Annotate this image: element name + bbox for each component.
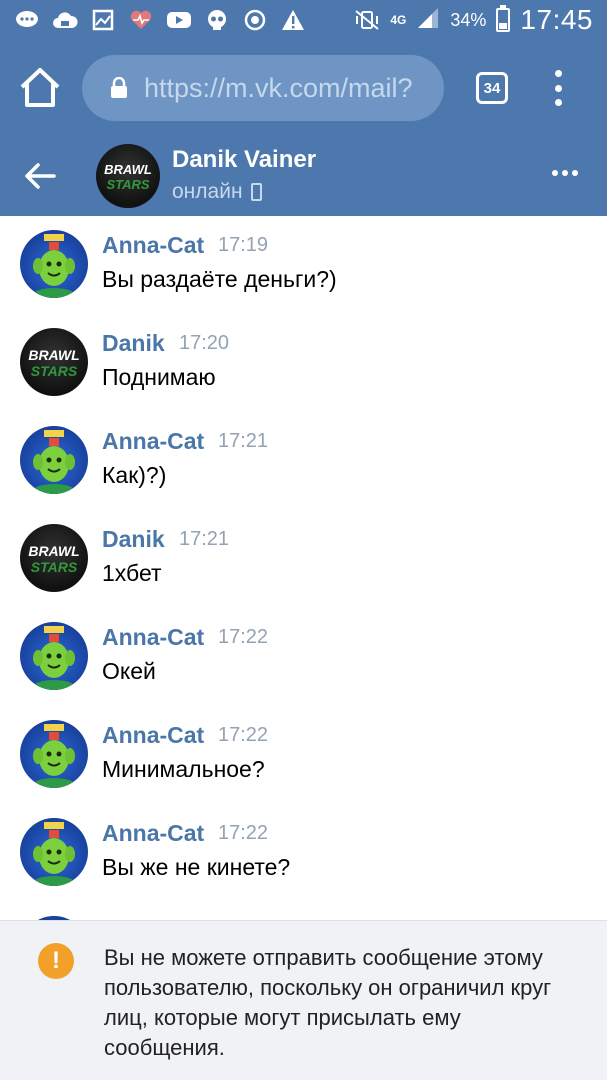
exclamation-icon: ! bbox=[38, 943, 74, 979]
mobile-phone-icon bbox=[250, 183, 262, 201]
youtube-icon bbox=[166, 8, 192, 32]
message-item[interactable]: BRAWL STARS Danik 17:21 1хбет bbox=[0, 510, 607, 608]
clock: 17:45 bbox=[520, 4, 593, 35]
message-item[interactable]: Anna-Cat 17:19 Вы раздаёте деньги?) bbox=[0, 216, 607, 314]
message-time: 17:21 bbox=[218, 430, 269, 452]
brawl-stars-logo: BRAWL STARS bbox=[104, 162, 152, 192]
sender-name[interactable]: Danik bbox=[102, 526, 165, 553]
url-text: https://m.vk.com/mail? bbox=[144, 73, 413, 103]
home-icon bbox=[20, 68, 60, 107]
message-item[interactable]: Anna-Cat 17:21 Как)?) bbox=[0, 412, 607, 510]
svg-text:STARS: STARS bbox=[31, 559, 78, 575]
back-button[interactable] bbox=[22, 160, 58, 192]
message-text: Вы раздаёте деньги?) bbox=[102, 266, 337, 292]
network-type: 4G bbox=[390, 12, 407, 27]
message-item[interactable]: Anna-Cat 17:22 Минимальное? bbox=[0, 706, 607, 804]
warning-icon bbox=[280, 8, 306, 32]
cactus-character-icon bbox=[33, 430, 75, 494]
sender-name[interactable]: Anna-Cat bbox=[102, 232, 204, 259]
message-text: Минимальное? bbox=[102, 756, 265, 782]
notification-icons bbox=[14, 8, 306, 32]
sender-avatar[interactable] bbox=[20, 426, 88, 494]
brawl-stars-logo: BRAWLSTARS bbox=[28, 543, 79, 575]
notice-text: Вы не можете отправить сообщение этому п… bbox=[104, 945, 552, 1060]
message-time: 17:21 bbox=[179, 528, 230, 550]
contact-avatar[interactable]: BRAWL STARS bbox=[96, 144, 160, 208]
message-item[interactable]: Anna-Cat 17:22 Окей bbox=[0, 608, 607, 706]
home-button[interactable] bbox=[18, 65, 62, 111]
contact-name[interactable]: Danik Vainer bbox=[172, 146, 316, 174]
message-item[interactable]: BRAWL STARS Danik 17:20 Поднимаю bbox=[0, 314, 607, 412]
more-dot bbox=[572, 170, 578, 176]
chat-icon bbox=[14, 8, 40, 32]
url-bar[interactable]: https://m.vk.com/mail? bbox=[82, 55, 444, 121]
cactus-character-icon bbox=[33, 724, 75, 788]
message-text: Вы же не кинете? bbox=[102, 854, 291, 880]
cloud-icon bbox=[52, 8, 78, 32]
kebab-dot bbox=[554, 99, 562, 106]
sender-name[interactable]: Danik bbox=[102, 330, 165, 357]
brawl-stars-logo: BRAWLSTARS bbox=[28, 347, 79, 379]
browser-toolbar: https://m.vk.com/mail? 34 bbox=[0, 40, 607, 136]
vk-mobile-chat-screen: 4G 34% 17:45 https://m.vk.com/mail? 34 B… bbox=[0, 0, 607, 1080]
tabs-button[interactable]: 34 bbox=[476, 72, 508, 104]
message-item[interactable]: Anna-Cat 17:22 Вы же не кинете? bbox=[0, 804, 607, 902]
message-time: 17:19 bbox=[218, 234, 269, 256]
svg-text:BRAWL: BRAWL bbox=[28, 543, 79, 559]
svg-text:BRAWL: BRAWL bbox=[28, 347, 79, 363]
message-list[interactable]: Anna-Cat 17:19 Вы раздаёте деньги?) BRAWL ST… bbox=[0, 216, 607, 920]
battery-percent: 34% bbox=[450, 9, 487, 30]
sender-name[interactable]: Anna-Cat bbox=[102, 820, 204, 847]
sender-avatar[interactable]: BRAWL STARS bbox=[20, 328, 88, 396]
kebab-dot bbox=[554, 70, 562, 77]
image-icon bbox=[90, 8, 116, 32]
system-status-bar: 4G 34% 17:45 bbox=[0, 0, 607, 40]
cactus-character-icon bbox=[33, 822, 75, 886]
sender-avatar[interactable] bbox=[20, 818, 88, 886]
skull-icon bbox=[204, 8, 230, 32]
message-time: 17:22 bbox=[218, 626, 269, 648]
message-time: 17:20 bbox=[179, 332, 230, 354]
message-time: 17:22 bbox=[218, 822, 269, 844]
svg-text:STARS: STARS bbox=[31, 363, 78, 379]
back-arrow-icon bbox=[25, 163, 56, 189]
more-dot bbox=[562, 170, 568, 176]
message-text: Как)?) bbox=[102, 462, 167, 488]
sender-name[interactable]: Anna-Cat bbox=[102, 722, 204, 749]
svg-text:BRAWL: BRAWL bbox=[104, 162, 152, 177]
status-right-group: 4G 34% 17:45 bbox=[354, 0, 593, 40]
lock-icon bbox=[110, 76, 128, 99]
svg-text:STARS: STARS bbox=[106, 177, 149, 192]
sender-avatar[interactable]: BRAWL STARS bbox=[20, 524, 88, 592]
message-text: Поднимаю bbox=[102, 364, 216, 390]
kebab-dot bbox=[554, 84, 562, 92]
cactus-character-icon bbox=[33, 626, 75, 690]
signal-icon bbox=[416, 6, 440, 35]
sender-avatar[interactable] bbox=[20, 622, 88, 690]
sync-icon bbox=[242, 8, 268, 32]
sender-avatar[interactable] bbox=[20, 230, 88, 298]
vibrate-mute-icon bbox=[354, 8, 380, 32]
chat-header: BRAWL STARS Danik Vainer онлайн bbox=[0, 136, 607, 216]
sender-name[interactable]: Anna-Cat bbox=[102, 428, 204, 455]
heart-icon bbox=[128, 8, 154, 32]
battery-icon bbox=[496, 5, 511, 32]
browser-menu-button[interactable] bbox=[548, 70, 568, 106]
message-text: Окей bbox=[102, 658, 156, 684]
chat-more-button[interactable] bbox=[552, 170, 578, 176]
message-time: 17:22 bbox=[218, 724, 269, 746]
cactus-character-icon bbox=[33, 234, 75, 298]
message-text: 1хбет bbox=[102, 560, 162, 586]
contact-status: онлайн bbox=[172, 180, 262, 204]
sender-avatar[interactable] bbox=[20, 720, 88, 788]
more-dot bbox=[552, 170, 558, 176]
online-status-label: онлайн bbox=[172, 180, 243, 203]
sender-name[interactable]: Anna-Cat bbox=[102, 624, 204, 651]
cannot-send-notice: ! Вы не можете отправить сообщение этому… bbox=[0, 920, 607, 1080]
